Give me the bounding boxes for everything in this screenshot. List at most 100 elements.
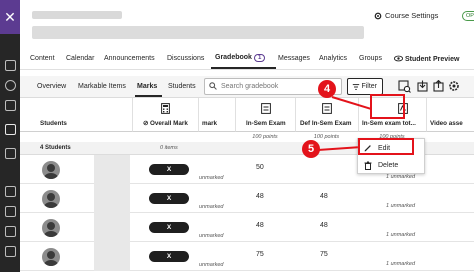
tab-gradebook[interactable]: Gradebook 1 [215,54,266,62]
course-status-badge: OPEN [462,11,474,21]
courses-icon[interactable] [5,100,16,111]
subtab-markable-items[interactable]: Markable Items [78,83,126,90]
test-icon [260,103,271,114]
column-header-overall-mark[interactable]: ⊘ Overall Mark [132,98,198,132]
grades-icon[interactable] [5,206,16,217]
close-icon[interactable]: ✕ [4,9,16,25]
avatar [42,190,60,208]
column-header-mark[interactable]: mark [198,98,235,132]
table-row[interactable]: X unmarked 75 75 1 unmarked [20,242,474,271]
signout-icon[interactable] [5,246,16,257]
menu-item-delete[interactable]: Delete [358,157,426,174]
calendar-icon[interactable] [5,148,16,159]
overall-mark-pill[interactable]: X [149,193,189,204]
course-header: Course Settings OPEN [20,0,474,46]
upload-icon[interactable] [433,80,444,92]
course-settings-label[interactable]: Course Settings [385,11,438,20]
in-sem-cell[interactable]: 50 [256,164,264,171]
course-breadcrumb-redacted [32,11,122,19]
gradebook-subtabs: Overview Markable Items Marks Students S… [20,76,474,98]
mark-column-label[interactable]: mark [202,120,217,127]
student-name-redacted[interactable] [94,184,130,213]
test-icon [322,103,332,114]
students-count: 4 Students [40,145,71,151]
course-title-redacted [32,26,364,39]
filter-button[interactable]: Filter [347,78,383,95]
tab-discussions[interactable]: Discussions [167,55,204,62]
course-settings-link[interactable]: Course Settings [374,11,438,20]
student-name-redacted[interactable] [94,213,130,242]
column-header-in-sem-exam[interactable]: In-Sem Exam [235,98,295,132]
course-tabs: Content Calendar Announcements Discussio… [20,50,474,70]
in-sem-exam-label[interactable]: In-Sem Exam [246,120,286,127]
subtab-overview[interactable]: Overview [37,83,66,90]
tab-groups[interactable]: Groups [359,55,382,62]
def-in-sem-exam-label[interactable]: Def In-Sem Exam [300,120,351,127]
in-sem-total-label[interactable]: In-Sem exam tot... [362,120,416,127]
column-header-students[interactable]: Students [20,98,132,132]
points-def-in-sem: 100 points [313,134,340,140]
menu-item-delete-label[interactable]: Delete [378,162,398,169]
download-icon[interactable] [417,80,428,92]
tab-analytics[interactable]: Analytics [319,55,347,62]
mark-status: unmarked [199,175,224,181]
student-name-redacted[interactable] [94,155,130,184]
grading-settings-icon[interactable] [398,80,411,93]
points-in-sem: 100 points [252,134,278,140]
tab-calendar[interactable]: Calendar [66,55,94,62]
students-column-label[interactable]: Students [40,120,67,127]
institution-icon[interactable] [5,60,16,71]
tab-gradebook-label[interactable]: Gradebook [215,54,252,61]
table-row[interactable]: X unmarked 48 48 1 unmarked [20,213,474,242]
def-in-sem-cell[interactable]: 75 [320,251,328,258]
tab-content[interactable]: Content [30,55,55,62]
activity-icon[interactable] [5,124,16,135]
in-sem-cell[interactable]: 48 [256,222,264,229]
avatar [42,161,60,179]
in-sem-total-status: 1 unmarked [386,174,416,180]
step-5-badge: 5 [302,140,320,158]
def-in-sem-cell[interactable]: 48 [320,222,328,229]
left-sidebar: ✕ [0,0,20,272]
mark-status: unmarked [199,204,224,210]
video-column-label[interactable]: Video asse [430,120,463,127]
marks-grid: Students ⊘ Overall Mark mark In-Sem Exam [20,98,474,272]
overall-mark-pill[interactable]: X [149,164,189,175]
tools-icon[interactable] [5,226,16,237]
close-button[interactable]: ✕ [0,0,20,34]
messages-icon[interactable] [5,186,16,197]
overall-mark-pill[interactable]: X [149,251,189,262]
step-4-badge: 4 [318,80,336,98]
mark-status: unmarked [199,233,224,239]
filter-icon [352,84,360,90]
def-in-sem-cell[interactable]: 48 [320,193,328,200]
in-sem-cell[interactable]: 48 [256,193,264,200]
gradebook-count-badge: 1 [253,54,266,62]
hidden-eye-icon: ⊘ [143,120,151,127]
table-row[interactable]: X unmarked 48 48 1 unmarked [20,184,474,213]
mark-status: unmarked [199,262,224,268]
subtab-marks[interactable]: Marks [137,83,157,90]
student-preview-label[interactable]: Student Preview [405,56,459,63]
column-header-video[interactable]: Video asse [426,98,474,132]
overall-mark-text[interactable]: Overall Mark [150,120,188,127]
in-sem-total-status: 1 unmarked [386,261,416,267]
globe-icon[interactable] [5,80,16,91]
search-icon [209,82,217,90]
tab-announcements[interactable]: Announcements [104,55,155,62]
filter-label[interactable]: Filter [361,83,377,90]
student-preview-button[interactable]: Student Preview [393,55,459,63]
active-subtab-indicator [135,95,162,97]
preview-eye-icon [393,55,404,62]
settings-gear-icon[interactable] [448,80,460,92]
student-name-redacted[interactable] [94,242,130,271]
highlight-edit-box [358,138,414,155]
gear-icon [374,12,382,19]
in-sem-cell[interactable]: 75 [256,251,264,258]
in-sem-total-status: 1 unmarked [386,203,416,209]
overall-mark-pill[interactable]: X [149,222,189,233]
highlight-column-menu-box [370,94,405,119]
overall-mark-label[interactable]: ⊘ Overall Mark [143,120,188,127]
subtab-students[interactable]: Students [168,83,196,90]
tab-messages[interactable]: Messages [278,55,310,62]
